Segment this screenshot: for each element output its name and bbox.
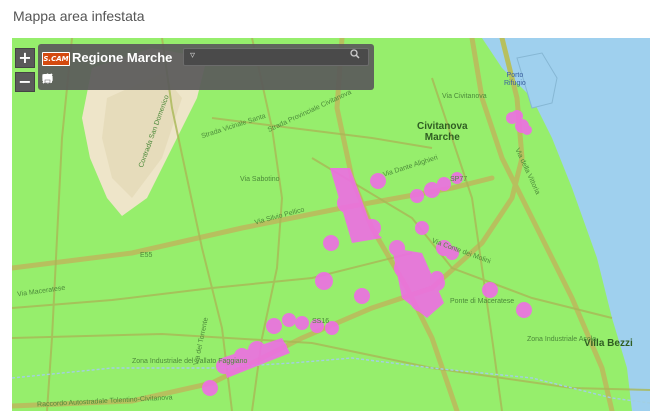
infested-spot xyxy=(315,272,333,290)
toolbar-tools xyxy=(42,73,189,85)
infested-spot xyxy=(248,341,266,359)
infested-spot xyxy=(282,313,296,327)
map-toolbar: S.CAM Regione Marche ▿ xyxy=(38,44,374,90)
infested-spot xyxy=(482,282,498,298)
app-title: Regione Marche xyxy=(72,50,173,65)
infested-spot xyxy=(429,275,445,291)
chevron-down-icon[interactable]: ▿ xyxy=(190,50,195,61)
label-icon[interactable] xyxy=(42,73,129,85)
basemap-icon[interactable] xyxy=(42,73,114,85)
share-icon[interactable] xyxy=(42,73,174,85)
infested-spot xyxy=(511,110,523,122)
label-zona-industriale-b: Zona Industriale Asola xyxy=(527,336,597,343)
infested-spot xyxy=(415,221,429,235)
label-ss16: SS16 xyxy=(312,318,330,325)
infested-spot xyxy=(354,288,370,304)
infested-spot xyxy=(295,316,309,330)
logo: S.CAM xyxy=(42,52,70,66)
search-input[interactable] xyxy=(206,50,350,66)
label-via-civitanova: Via Civitanova xyxy=(442,93,487,100)
label-zona-industriale: Zona Industriale del Vallato Faggiano xyxy=(132,358,248,365)
comment-icon[interactable] xyxy=(43,73,159,85)
infested-spot xyxy=(522,125,532,135)
page-title: Mappa area infestata xyxy=(13,8,145,24)
infested-area xyxy=(202,110,532,396)
infested-spot xyxy=(337,193,357,213)
layers-icon[interactable] xyxy=(42,73,99,85)
infested-spot xyxy=(202,380,218,396)
map-canvas[interactable] xyxy=(12,38,650,411)
infested-spot xyxy=(410,288,434,312)
infested-spot xyxy=(516,302,532,318)
label-porto: Porto Rifugio xyxy=(504,72,526,87)
infested-spot xyxy=(437,177,451,191)
road-secondary-3 xyxy=(46,38,73,411)
label-e55: E55 xyxy=(140,252,153,259)
label-ponte: Ponte di Maceratese xyxy=(450,298,515,305)
search-box: ▿ xyxy=(183,48,369,66)
search-icon[interactable] xyxy=(350,49,366,65)
river xyxy=(12,357,650,404)
list-icon[interactable] xyxy=(43,73,84,85)
locate-icon[interactable] xyxy=(42,73,69,85)
map-view[interactable]: Civitanova Marche Villa Bezzi Porto Rifugi… xyxy=(12,38,650,411)
zoom-in-button[interactable]: + xyxy=(15,48,35,68)
label-via-sabotino: Via Sabotino xyxy=(240,176,280,183)
infested-spot xyxy=(389,240,405,256)
print-icon[interactable] xyxy=(43,73,189,85)
sea-area xyxy=(482,38,650,411)
measure-icon[interactable] xyxy=(42,73,144,85)
label-civitanova: Civitanova Marche xyxy=(417,121,468,143)
infested-spot xyxy=(266,318,282,334)
infested-spot xyxy=(363,219,381,237)
infested-spot xyxy=(273,341,287,355)
label-sp77: SP77 xyxy=(450,176,468,183)
infested-spot xyxy=(410,189,424,203)
infested-spot xyxy=(323,235,339,251)
zoom-out-button[interactable]: − xyxy=(15,72,35,92)
